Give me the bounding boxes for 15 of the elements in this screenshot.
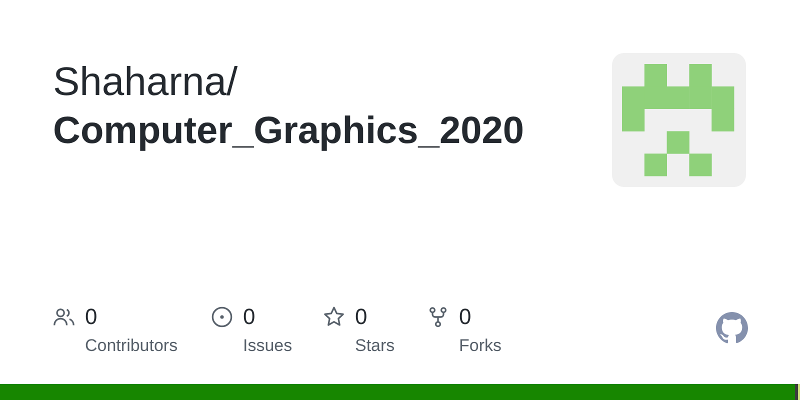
github-logo-icon: [716, 312, 748, 344]
stat-label: Stars: [355, 336, 396, 356]
stat-count: 0: [85, 304, 98, 330]
stat-label: Forks: [459, 336, 502, 356]
people-icon: [53, 306, 75, 328]
stat-count: 0: [459, 304, 472, 330]
fork-icon: [427, 306, 449, 328]
stat-label: Issues: [243, 336, 294, 356]
repo-name: Computer_Graphics_2020: [53, 109, 524, 154]
star-icon: [323, 306, 345, 328]
stat-count: 0: [243, 304, 256, 330]
repo-owner: Shaharna/: [53, 59, 239, 106]
issue-icon: [211, 306, 233, 328]
stat-label: Contributors: [85, 336, 179, 356]
stat-count: 0: [355, 304, 368, 330]
